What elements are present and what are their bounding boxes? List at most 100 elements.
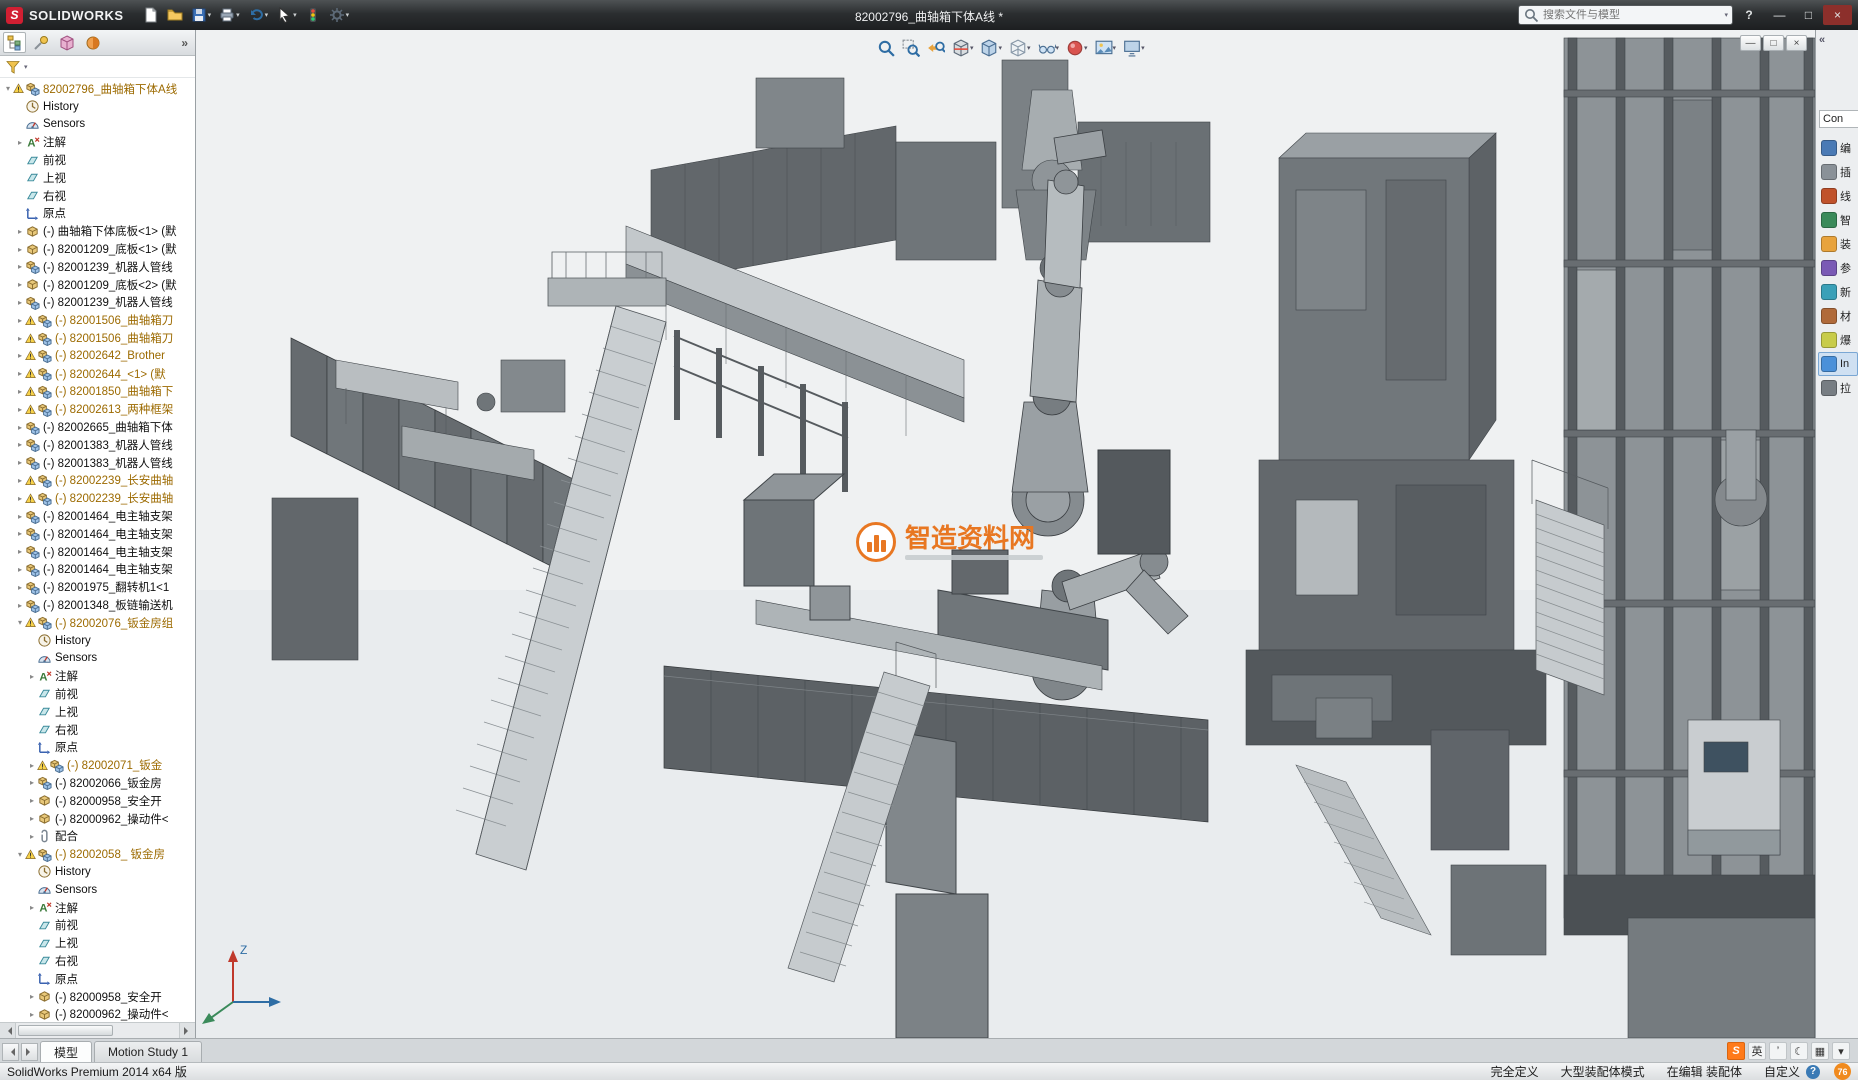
soft-keyboard-icon[interactable]: ▦ xyxy=(1811,1042,1829,1060)
select-dropdown-icon[interactable]: ▾ xyxy=(293,11,297,19)
previous-view-button[interactable] xyxy=(926,38,946,58)
expand-arrow-icon[interactable]: ▸ xyxy=(27,992,37,1001)
tree-item[interactable]: ▸(-) 82002644_<1> (默 xyxy=(0,365,195,383)
expand-arrow-icon[interactable]: ▸ xyxy=(15,476,25,485)
language-mode-icon[interactable]: 英 xyxy=(1748,1042,1766,1060)
open-button[interactable] xyxy=(164,5,186,25)
tree-item[interactable]: ▸(-) 82001383_机器人管线 xyxy=(0,454,195,472)
tree-item[interactable]: ▸(-) 82001506_曲轴箱刀 xyxy=(0,311,195,329)
tree-item[interactable]: ▸(-) 82001464_电主轴支架 xyxy=(0,525,195,543)
expand-arrow-icon[interactable]: ▸ xyxy=(15,369,25,378)
tree-item[interactable]: 右视 xyxy=(0,952,195,970)
scroll-track[interactable] xyxy=(16,1023,179,1038)
taskpane-item-11[interactable]: 拉 xyxy=(1818,376,1858,400)
expand-arrow-icon[interactable]: ▾ xyxy=(15,850,25,859)
expand-arrow-icon[interactable]: ▾ xyxy=(15,618,25,627)
graphics-viewport[interactable]: Z ▾▾▾▾▾▾▾ —□× 智造资料网 xyxy=(196,30,1815,1038)
tree-item[interactable]: 右视 xyxy=(0,721,195,739)
filter-dropdown-icon[interactable]: ▾ xyxy=(24,63,28,71)
expand-arrow-icon[interactable]: ▸ xyxy=(15,351,25,360)
configurationmanager-tab[interactable] xyxy=(55,32,78,53)
expand-arrow-icon[interactable]: ▸ xyxy=(15,227,25,236)
tree-horizontal-scrollbar[interactable] xyxy=(0,1022,195,1038)
tree-item[interactable]: ▸(-) 82001348_板链输送机 xyxy=(0,596,195,614)
expand-arrow-icon[interactable]: ▸ xyxy=(27,761,37,770)
tree-item[interactable]: ▸配合 xyxy=(0,827,195,845)
tree-item[interactable]: ▾(-) 82002076_钣金房组 xyxy=(0,614,195,632)
hide-show-items-dropdown-icon[interactable]: ▾ xyxy=(1056,44,1060,52)
expand-arrow-icon[interactable]: ▸ xyxy=(27,796,37,805)
tree-item[interactable]: History xyxy=(0,98,195,116)
view-settings-dropdown-icon[interactable]: ▾ xyxy=(1141,44,1145,52)
status-item-4[interactable]: 自定义 xyxy=(1764,1063,1800,1080)
expand-arrow-icon[interactable]: ▸ xyxy=(15,423,25,432)
zoom-to-area-button[interactable] xyxy=(901,38,921,58)
tree-item[interactable]: ▸(-) 82001209_底板<1> (默 xyxy=(0,240,195,258)
tree-item[interactable]: ▸A注解 xyxy=(0,899,195,917)
tree-item[interactable]: ▾(-) 82002058_ 钣金房 xyxy=(0,845,195,863)
tree-item[interactable]: ▸(-) 82001464_电主轴支架 xyxy=(0,543,195,561)
undo-button[interactable]: ▾ xyxy=(245,5,272,25)
tree-item[interactable]: 右视 xyxy=(0,187,195,205)
filter-icon[interactable] xyxy=(5,59,21,75)
tab-scroll-left-button[interactable] xyxy=(2,1043,19,1061)
document-minimize-button[interactable]: — xyxy=(1740,35,1761,51)
expand-arrow-icon[interactable]: ▸ xyxy=(15,280,25,289)
status-help-icon[interactable]: ? xyxy=(1806,1065,1820,1079)
tree-item[interactable]: ▸(-) 82001975_翻转机1<1 xyxy=(0,578,195,596)
expand-arrow-icon[interactable]: ▸ xyxy=(27,672,37,681)
tree-item[interactable]: Sensors xyxy=(0,116,195,134)
tree-item[interactable]: 前视 xyxy=(0,151,195,169)
tree-item[interactable]: Sensors xyxy=(0,881,195,899)
expand-arrow-icon[interactable]: ▸ xyxy=(15,440,25,449)
section-view-button[interactable]: ▾ xyxy=(951,38,975,58)
expand-arrow-icon[interactable]: ▸ xyxy=(15,458,25,467)
document-tab-1[interactable]: 模型 xyxy=(40,1041,92,1062)
document-tab-2[interactable]: Motion Study 1 xyxy=(94,1041,202,1062)
tree-item[interactable]: 原点 xyxy=(0,970,195,988)
edit-appearance-dropdown-icon[interactable]: ▾ xyxy=(1084,44,1088,52)
tree-item[interactable]: ▸(-) 82002642_Brother xyxy=(0,347,195,365)
expand-arrow-icon[interactable]: ▸ xyxy=(15,387,25,396)
taskpane-item-6[interactable]: 参 xyxy=(1818,256,1858,280)
tree-item[interactable]: ▸(-) 82001506_曲轴箱刀 xyxy=(0,329,195,347)
input-toolbox-icon[interactable]: ▾ xyxy=(1832,1042,1850,1060)
expand-arrow-icon[interactable]: ▸ xyxy=(15,316,25,325)
tree-item[interactable]: ▸(-) 曲轴箱下体底板<1> (默 xyxy=(0,222,195,240)
expand-arrow-icon[interactable]: ▸ xyxy=(27,814,37,823)
tree-item[interactable]: History xyxy=(0,863,195,881)
displaymanager-tab[interactable] xyxy=(81,32,104,53)
expand-arrow-icon[interactable]: ▸ xyxy=(15,512,25,521)
expand-arrow-icon[interactable]: ▸ xyxy=(15,583,25,592)
taskpane-collapse-button[interactable]: « xyxy=(1819,34,1858,46)
taskpane-item-3[interactable]: 线 xyxy=(1818,184,1858,208)
notification-badge[interactable]: 76 xyxy=(1834,1063,1851,1080)
scroll-right-button[interactable] xyxy=(179,1023,195,1038)
tree-item[interactable]: ▸A注解 xyxy=(0,133,195,151)
tree-item[interactable]: 原点 xyxy=(0,205,195,223)
taskpane-item-5[interactable]: 装 xyxy=(1818,232,1858,256)
expand-arrow-icon[interactable]: ▸ xyxy=(15,262,25,271)
tree-item[interactable]: ▸(-) 82001464_电主轴支架 xyxy=(0,561,195,579)
tree-item[interactable]: 上视 xyxy=(0,934,195,952)
view-orientation-button[interactable]: ▾ xyxy=(979,38,1003,58)
view-orientation-dropdown-icon[interactable]: ▾ xyxy=(998,44,1002,52)
tree-item[interactable]: 上视 xyxy=(0,703,195,721)
tree-item[interactable]: History xyxy=(0,632,195,650)
taskpane-item-4[interactable]: 智 xyxy=(1818,208,1858,232)
tree-item[interactable]: ▸(-) 82002665_曲轴箱下体 xyxy=(0,418,195,436)
propertymanager-tab[interactable] xyxy=(29,32,52,53)
panel-expand-button[interactable]: » xyxy=(177,36,192,50)
apply-scene-button[interactable]: ▾ xyxy=(1094,38,1118,58)
rebuild-button[interactable] xyxy=(302,5,324,25)
sogou-input-icon[interactable]: S xyxy=(1727,1042,1745,1060)
document-close-button[interactable]: × xyxy=(1786,35,1807,51)
view-settings-button[interactable]: ▾ xyxy=(1122,38,1146,58)
print-button[interactable]: ▾ xyxy=(216,5,243,25)
tree-item[interactable]: 前视 xyxy=(0,685,195,703)
window-minimize-button[interactable]: — xyxy=(1765,5,1794,25)
hide-show-items-button[interactable]: ▾ xyxy=(1037,38,1061,58)
search-box[interactable]: ▾ xyxy=(1518,5,1733,25)
expand-arrow-icon[interactable]: ▸ xyxy=(15,298,25,307)
save-button[interactable]: ▾ xyxy=(188,5,215,25)
